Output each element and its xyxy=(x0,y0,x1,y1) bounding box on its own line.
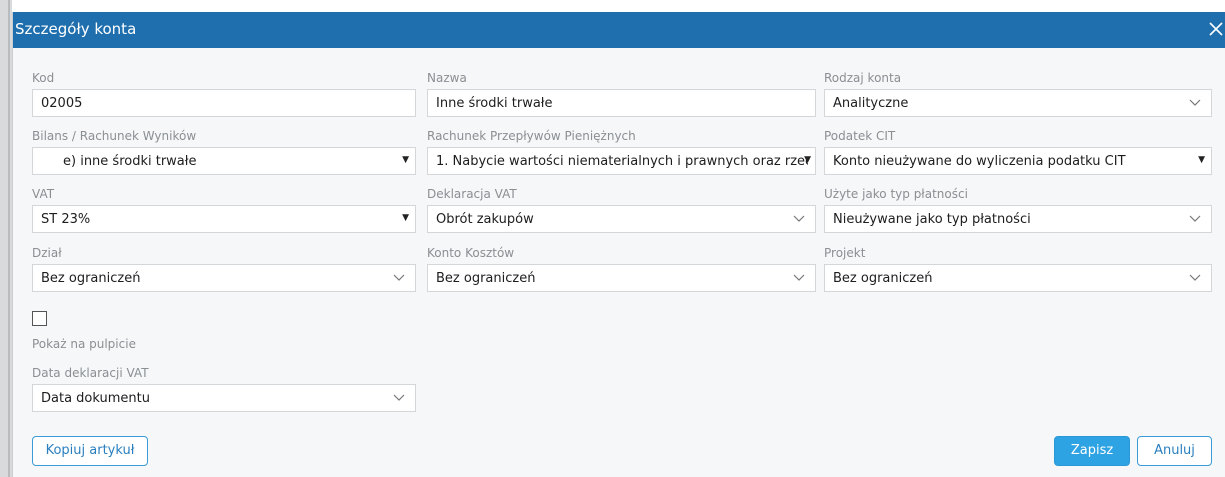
podatek-cit-value: Konto nieużywane do wyliczenia podatku C… xyxy=(833,154,1126,169)
przeplywy-value: 1. Nabycie wartości niematerialnych i pr… xyxy=(436,154,808,169)
dzial-field: Dział Bez ograniczeń xyxy=(32,246,416,294)
deklaracja-vat-label: Deklaracja VAT xyxy=(427,187,517,201)
deklaracja-vat-select[interactable]: Obrót zakupów xyxy=(427,205,816,233)
projekt-label: Projekt xyxy=(824,246,866,260)
bilans-value: e) inne środki trwałe xyxy=(63,154,197,169)
bilans-label: Bilans / Rachunek Wyników xyxy=(32,129,197,143)
dropdown-arrow-icon: ▼ xyxy=(804,155,811,165)
copy-article-button[interactable]: Kopiuj artykuł xyxy=(32,436,148,466)
chevron-down-icon xyxy=(393,394,405,401)
przeplywy-label: Rachunek Przepływów Pieniężnych xyxy=(427,129,636,143)
typ-platnosci-value: Nieużywane jako typ płatności xyxy=(833,212,1031,227)
deklaracja-vat-value: Obrót zakupów xyxy=(436,212,534,227)
chevron-down-icon xyxy=(1189,274,1201,281)
nazwa-label: Nazwa xyxy=(427,71,467,85)
projekt-field: Projekt Bez ograniczeń xyxy=(824,246,1212,294)
vat-label: VAT xyxy=(32,187,55,201)
nazwa-field: Nazwa Inne środki trwałe xyxy=(427,71,816,119)
chevron-down-icon xyxy=(793,274,805,281)
vat-select[interactable]: ŚT 23% ▼ xyxy=(32,205,416,233)
rodzaj-konta-select[interactable]: Analityczne xyxy=(824,89,1212,117)
nazwa-value: Inne środki trwałe xyxy=(436,96,553,111)
rodzaj-konta-value: Analityczne xyxy=(833,96,909,111)
account-details-dialog: Szczegóły konta Kod 02005 Nazwa Inne śro… xyxy=(12,12,1225,477)
konto-kosztow-select[interactable]: Bez ograniczeń xyxy=(427,264,816,292)
save-button[interactable]: Zapisz xyxy=(1054,436,1130,466)
nazwa-input[interactable]: Inne środki trwałe xyxy=(427,89,816,117)
kod-value: 02005 xyxy=(41,96,83,111)
pokaz-na-pulpicie-checkbox[interactable] xyxy=(32,311,47,326)
pokaz-na-pulpicie-label: Pokaż na pulpicie xyxy=(32,337,136,351)
rodzaj-konta-label: Rodzaj konta xyxy=(824,71,902,85)
konto-kosztow-field: Konto Kosztów Bez ograniczeń xyxy=(427,246,816,294)
typ-platnosci-label: Użyte jako typ płatności xyxy=(824,187,968,201)
podatek-cit-label: Podatek CIT xyxy=(824,129,896,143)
dzial-label: Dział xyxy=(32,246,62,260)
podatek-cit-field: Podatek CIT Konto nieużywane do wyliczen… xyxy=(824,129,1212,177)
chevron-down-icon xyxy=(1189,99,1201,106)
data-deklaracji-vat-label: Data deklaracji VAT xyxy=(32,366,149,380)
dzial-select[interactable]: Bez ograniczeń xyxy=(32,264,416,292)
vat-field: VAT ŚT 23% ▼ xyxy=(32,187,416,235)
data-deklaracji-vat-value: Data dokumentu xyxy=(41,391,150,406)
dialog-title: Szczegóły konta xyxy=(15,20,137,38)
deklaracja-vat-field: Deklaracja VAT Obrót zakupów xyxy=(427,187,816,235)
chevron-down-icon xyxy=(1189,215,1201,222)
rodzaj-konta-field: Rodzaj konta Analityczne xyxy=(824,71,1212,119)
kod-input[interactable]: 02005 xyxy=(32,89,416,117)
projekt-value: Bez ograniczeń xyxy=(833,271,933,286)
konto-kosztow-label: Konto Kosztów xyxy=(427,246,515,260)
kod-field: Kod 02005 xyxy=(32,71,416,119)
chevron-down-icon xyxy=(393,274,405,281)
dropdown-arrow-icon: ▼ xyxy=(402,155,409,165)
background-window-edge xyxy=(0,0,12,477)
dialog-titlebar: Szczegóły konta xyxy=(13,12,1225,48)
cancel-button[interactable]: Anuluj xyxy=(1137,436,1212,466)
przeplywy-select[interactable]: 1. Nabycie wartości niematerialnych i pr… xyxy=(427,147,816,175)
przeplywy-field: Rachunek Przepływów Pieniężnych 1. Nabyc… xyxy=(427,129,816,177)
data-deklaracji-vat-select[interactable]: Data dokumentu xyxy=(32,384,416,412)
close-icon xyxy=(1209,22,1223,36)
konto-kosztow-value: Bez ograniczeń xyxy=(436,271,536,286)
projekt-select[interactable]: Bez ograniczeń xyxy=(824,264,1212,292)
podatek-cit-select[interactable]: Konto nieużywane do wyliczenia podatku C… xyxy=(824,147,1212,175)
kod-label: Kod xyxy=(32,71,55,85)
typ-platnosci-field: Użyte jako typ płatności Nieużywane jako… xyxy=(824,187,1212,235)
dropdown-arrow-icon: ▼ xyxy=(1198,155,1205,165)
bilans-select[interactable]: e) inne środki trwałe ▼ xyxy=(32,147,416,175)
bilans-field: Bilans / Rachunek Wyników e) inne środki… xyxy=(32,129,416,177)
dzial-value: Bez ograniczeń xyxy=(41,271,141,286)
dropdown-arrow-icon: ▼ xyxy=(402,213,409,223)
vat-value: ŚT 23% xyxy=(41,212,91,227)
chevron-down-icon xyxy=(793,215,805,222)
data-deklaracji-vat-field: Data deklaracji VAT Data dokumentu xyxy=(32,366,416,414)
typ-platnosci-select[interactable]: Nieużywane jako typ płatności xyxy=(824,205,1212,233)
close-button[interactable] xyxy=(1208,16,1225,42)
